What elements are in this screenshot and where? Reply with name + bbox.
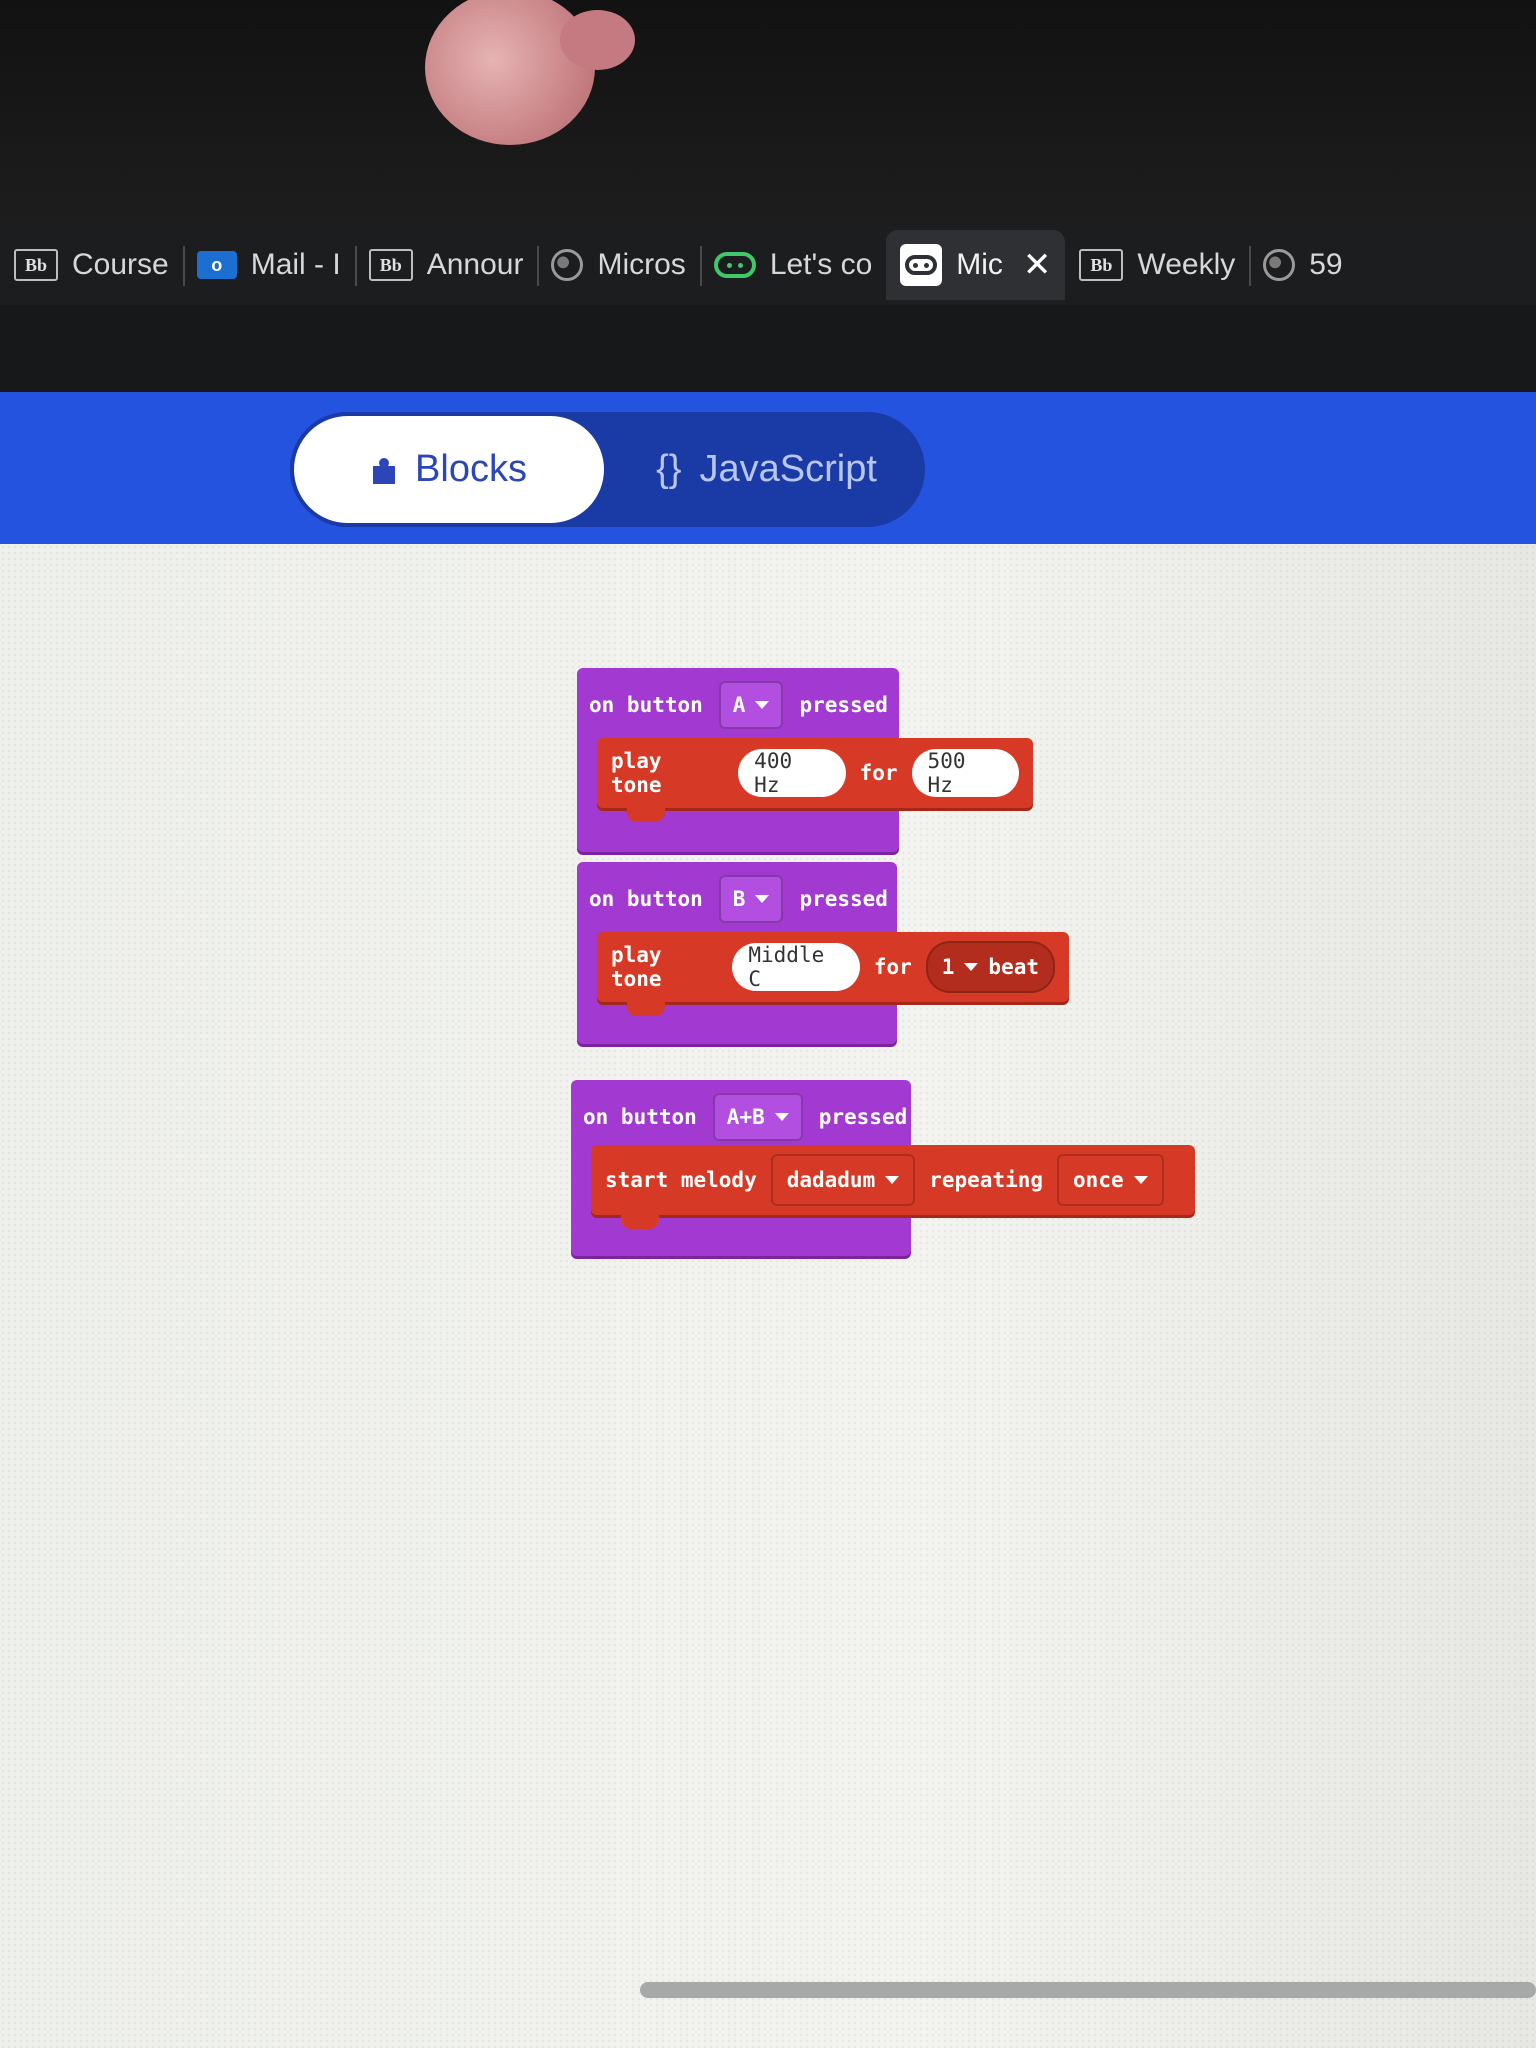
tab-label: Let's co [769,248,873,281]
tab-announcements[interactable]: Bb Annour [354,230,538,300]
tab-label: Course [72,248,169,281]
block-notch [621,1213,659,1229]
repeat-dropdown[interactable]: once [1057,1154,1164,1206]
play-tone-block[interactable]: play tone 400 Hz for 500 Hz [597,738,1033,822]
event-prefix: on button [589,887,703,911]
javascript-mode-label: JavaScript [699,448,877,490]
event-suffix: pressed [799,887,888,911]
blocks-mode-button[interactable]: Blocks [290,412,608,527]
blackboard-icon: Bb [1079,249,1124,281]
tab-microbit-active[interactable]: Mic ✕ [886,230,1066,300]
caret-down-icon [755,895,770,903]
editor-mode-toggle: Blocks {} JavaScript [290,412,925,527]
caret-down-icon [964,963,979,971]
note-input[interactable]: Middle C [732,943,860,991]
statement-keyword: repeating [929,1168,1044,1192]
braces-icon: {} [656,448,682,490]
beat-value: 1 [941,955,955,979]
tab-label: Weekly [1137,248,1236,281]
tab-microsoft[interactable]: Micros [537,230,699,300]
reflection-spot-knob [560,10,635,70]
melody-value: dadadum [786,1168,876,1192]
close-icon[interactable]: ✕ [1023,245,1052,285]
tab-lets-code[interactable]: Let's co [699,230,886,300]
tab-label: Annour [426,248,524,281]
statement-keyword: for [859,761,898,785]
editor-header: Blocks {} JavaScript [0,392,1536,544]
blackboard-icon: Bb [368,249,413,281]
play-tone-beat-block[interactable]: play tone Middle C for 1 beat [597,932,1069,1016]
microbit-icon [900,244,943,286]
button-b-dropdown[interactable]: B [718,875,784,923]
blocks-mode-label: Blocks [415,448,527,490]
tab-59[interactable]: 59 [1249,230,1356,300]
globe-icon [1263,249,1296,281]
workspace-horizontal-scrollbar[interactable] [640,1982,1536,1998]
tab-label: Micros [597,248,686,281]
tab-label: 59 [1309,248,1343,281]
event-prefix: on button [583,1105,697,1129]
caret-down-icon [885,1176,900,1184]
event-prefix: on button [589,693,703,717]
globe-icon [551,249,584,281]
caret-down-icon [755,701,770,709]
event-suffix: pressed [799,693,888,717]
caret-down-icon [774,1113,789,1121]
blackboard-icon: Bb [14,249,58,281]
event-suffix: pressed [818,1105,908,1129]
browser-toolbar-area [0,305,1536,395]
tab-mail[interactable]: o Mail - I [182,230,355,300]
button-value: B [732,887,746,911]
microbit-icon [713,252,756,278]
melody-dropdown[interactable]: dadadum [770,1154,916,1206]
beat-dropdown[interactable]: 1 beat [925,941,1055,993]
tab-label: Mail - I [250,248,341,281]
start-melody-block[interactable]: start melody dadadum repeating once [591,1145,1195,1229]
tab-weekly[interactable]: Bb Weekly [1065,230,1249,300]
statement-keyword: play tone [611,943,662,991]
browser-tab-strip: Bb Course o Mail - I Bb Annour Micros Le… [0,225,1536,305]
monitor-bezel [0,0,1536,225]
button-value: A+B [726,1105,765,1129]
duration-input[interactable]: 500 Hz [911,749,1019,797]
javascript-mode-button[interactable]: {} JavaScript [608,412,925,527]
tab-course[interactable]: Bb Course [0,230,183,300]
repeat-value: once [1073,1168,1124,1192]
button-value: A [732,693,746,717]
button-a-dropdown[interactable]: A [718,681,784,729]
block-notch [627,1000,665,1016]
caret-down-icon [1133,1176,1148,1184]
statement-keyword: play tone [611,749,662,797]
statement-keyword: start melody [605,1168,757,1192]
puzzle-icon [371,456,397,484]
block-notch [627,806,665,822]
beat-unit: beat [988,955,1039,979]
statement-keyword: for [873,955,912,979]
frequency-input[interactable]: 400 Hz [738,749,846,797]
button-ab-dropdown[interactable]: A+B [712,1093,803,1141]
tab-label: Mic [956,248,1003,281]
outlook-icon: o [196,251,237,279]
